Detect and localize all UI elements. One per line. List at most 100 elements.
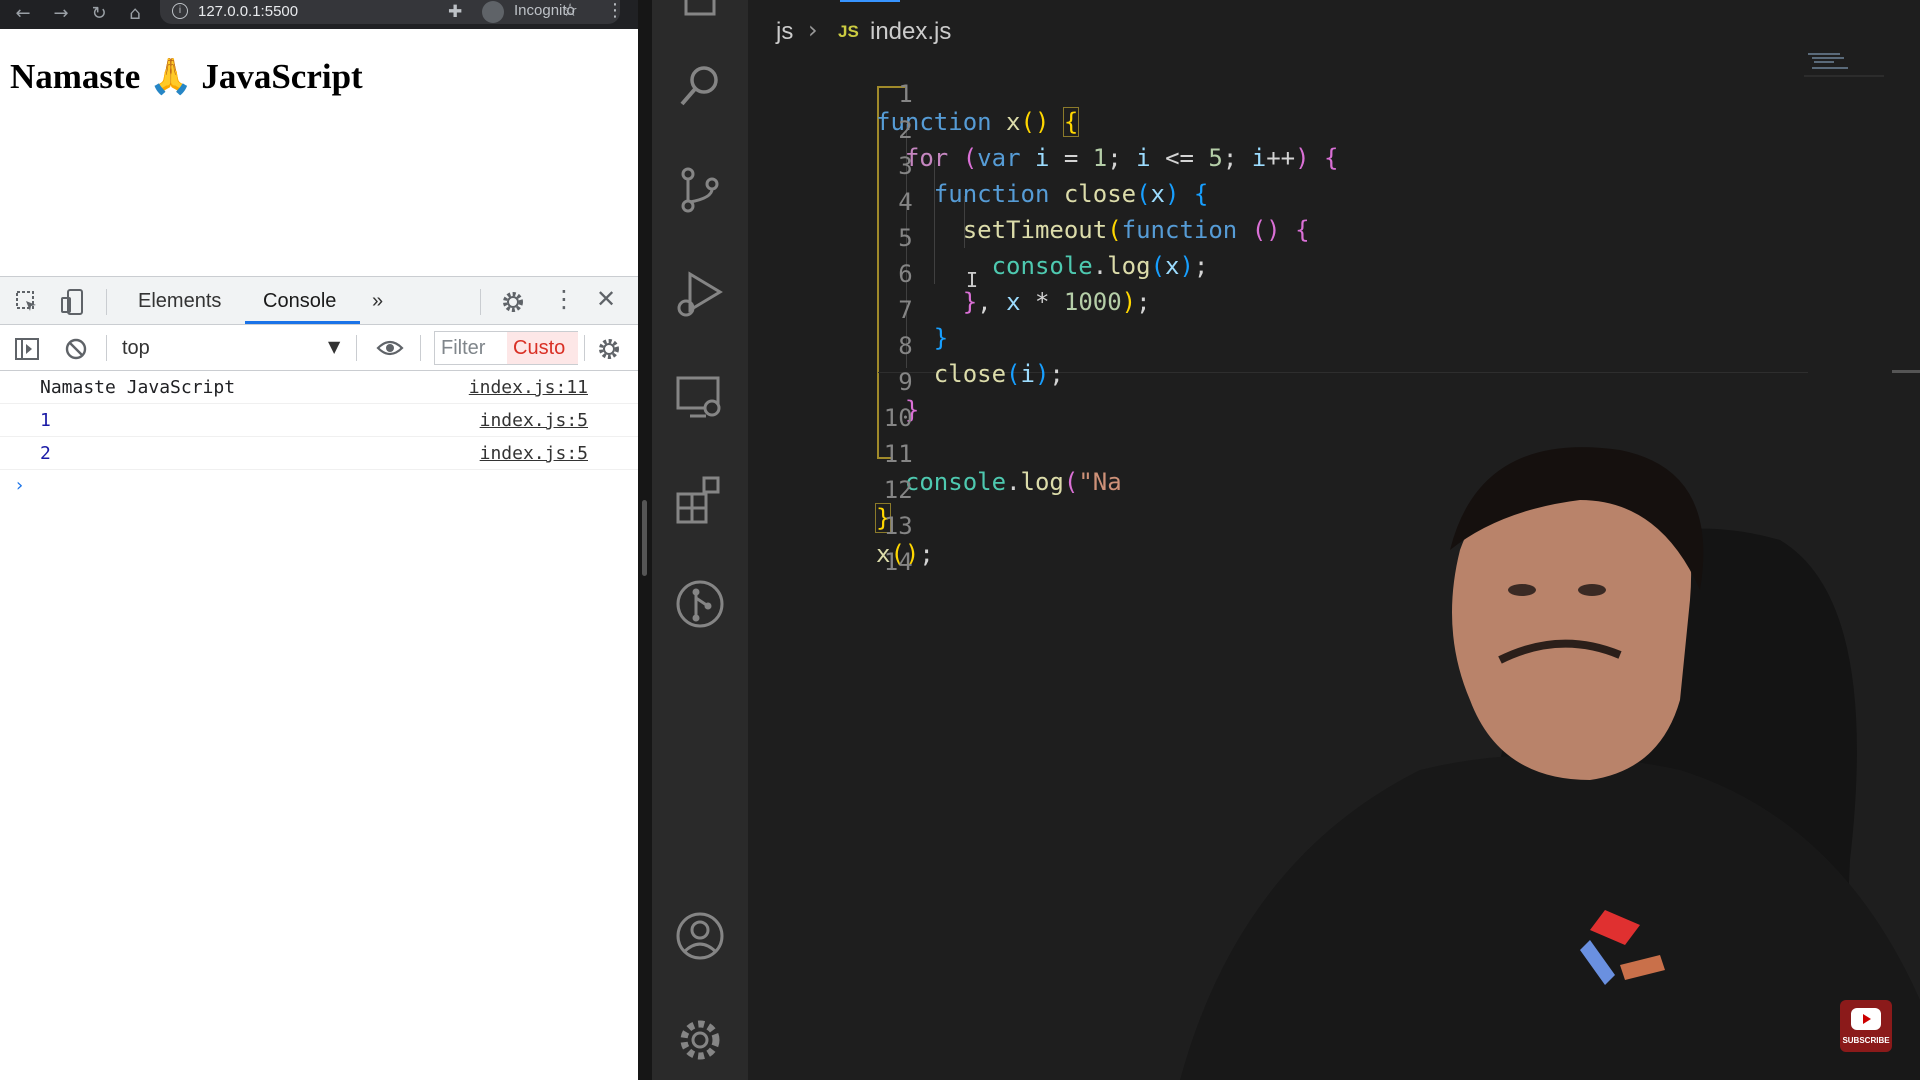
pane-splitter[interactable]: [638, 0, 652, 1080]
line-number: 3: [898, 152, 913, 180]
search-icon[interactable]: [672, 58, 728, 114]
filter-placeholder: Filter: [441, 337, 486, 359]
extensions-icon[interactable]: [672, 470, 728, 526]
console-toolbar: top ▼ Filter Custo: [0, 325, 638, 371]
tab-elements[interactable]: Elements: [138, 290, 221, 313]
code-line: 1 function x() {: [748, 52, 1080, 137]
line-number: 2: [898, 116, 913, 144]
code-text: setTimeout(function () {: [962, 216, 1310, 244]
log-source-link[interactable]: index.js:11: [469, 377, 588, 398]
close-devtools-icon[interactable]: ✕: [596, 285, 616, 313]
code-line: 4 setTimeout(function () {: [748, 160, 1309, 244]
reload-icon[interactable]: ↻: [88, 2, 110, 26]
webcam-presenter-image: [1120, 440, 1920, 1080]
console-log-row: 1 index.js:5: [0, 404, 638, 437]
device-toolbar-icon[interactable]: [60, 288, 86, 316]
active-tab-indicator: [245, 321, 360, 324]
run-debug-icon[interactable]: [672, 266, 728, 322]
chevron-down-icon[interactable]: ▼: [328, 337, 340, 356]
browser-toolbar: ← → ↻ ⌂ i 127.0.0.1:5500 ☆ ✚ Incognito ⋮: [0, 0, 638, 29]
code-line: 11 console.log("Namaste JavaScript");: [748, 412, 1396, 496]
line-number: 11: [883, 440, 913, 468]
extensions-icon[interactable]: ✚: [448, 2, 462, 22]
browser-menu-icon[interactable]: ⋮: [606, 0, 624, 21]
activity-bar: [652, 0, 748, 1080]
subscribe-label: SUBSCRIBE: [1842, 1036, 1890, 1045]
subscribe-button[interactable]: SUBSCRIBE: [1840, 1000, 1892, 1052]
chevron-right-icon: ›: [808, 16, 818, 44]
incognito-label[interactable]: Incognito: [514, 2, 575, 19]
code-line: 13 x();: [748, 484, 934, 568]
devtools-panel: Elements Console » ⋮ ✕ top ▼ Filter Cust…: [0, 276, 638, 1080]
line-number: 14: [883, 548, 913, 576]
line-number: 13: [883, 512, 913, 540]
forward-icon[interactable]: →: [50, 2, 72, 26]
console-prompt[interactable]: ›: [16, 475, 23, 496]
line-number: 5: [898, 224, 913, 252]
scrollbar-thumb[interactable]: [642, 500, 647, 576]
code-text: }, x * 1000);: [962, 288, 1151, 316]
kebab-menu-icon[interactable]: ⋮: [552, 285, 576, 313]
code-line: 5 console.log(x);: [748, 196, 1208, 280]
line-number: 8: [898, 332, 913, 360]
code-text: for (var i = 1; i <= 5; i++) {: [904, 144, 1339, 172]
console-log-row: 2 index.js:5: [0, 437, 638, 470]
url-text: 127.0.0.1:5500: [198, 3, 299, 20]
manage-gear-icon[interactable]: [672, 1012, 728, 1068]
log-source-link[interactable]: index.js:5: [480, 443, 588, 464]
youtube-play-icon: [1851, 1008, 1881, 1030]
source-control-icon[interactable]: [672, 162, 728, 218]
line-number: 12: [883, 476, 913, 504]
code-line: 9 }: [748, 340, 919, 424]
sidebar-toggle-icon[interactable]: [14, 337, 40, 361]
code-line: 6 }, x * 1000);: [748, 232, 1150, 316]
filter-input[interactable]: Filter Custo: [434, 331, 578, 365]
minimap[interactable]: [1804, 50, 1884, 80]
code-line: 14: [748, 520, 913, 576]
code-line: 8 close(i);: [748, 304, 1064, 388]
tab-console[interactable]: Console: [263, 290, 336, 313]
text-cursor-icon: I: [966, 268, 979, 292]
code-line: 12 }: [748, 448, 913, 533]
back-icon[interactable]: ←: [12, 2, 34, 26]
code-text: function close(x) {: [933, 180, 1209, 208]
context-selector[interactable]: top: [122, 337, 150, 360]
code-text: console.log(x);: [991, 252, 1209, 280]
console-settings-gear-icon[interactable]: [596, 336, 622, 362]
active-editor-tab-indicator: [840, 0, 900, 2]
breadcrumb-folder[interactable]: js: [776, 18, 793, 46]
code-line: 2 for (var i = 1; i <= 5; i++) {: [748, 88, 1338, 172]
git-graph-icon[interactable]: [672, 576, 728, 632]
incognito-icon[interactable]: [482, 1, 504, 23]
line-number: 1: [898, 80, 913, 108]
remote-explorer-icon[interactable]: [672, 368, 728, 424]
settings-gear-icon[interactable]: [500, 289, 526, 315]
log-source-link[interactable]: index.js:5: [480, 410, 588, 431]
scrollbar-marker[interactable]: [1892, 370, 1920, 373]
breadcrumb-file[interactable]: index.js: [870, 18, 951, 46]
log-message: 1: [40, 410, 51, 431]
line-number: 4: [898, 188, 913, 216]
log-message: 2: [40, 443, 51, 464]
site-info-icon[interactable]: i: [172, 3, 188, 19]
devtools-tabbar: Elements Console » ⋮ ✕: [0, 277, 638, 325]
accounts-icon[interactable]: [672, 908, 728, 964]
home-icon[interactable]: ⌂: [124, 2, 146, 26]
code-line: 3 function close(x) {: [748, 124, 1208, 208]
log-levels-dropdown[interactable]: Custo: [507, 332, 578, 364]
clear-console-icon[interactable]: [64, 337, 88, 361]
page-heading: Namaste 🙏 JavaScript: [10, 57, 363, 96]
log-message: Namaste JavaScript: [40, 377, 236, 398]
line-number: 10: [883, 404, 913, 432]
explorer-icon[interactable]: [672, 0, 728, 28]
browser-window: ← → ↻ ⌂ i 127.0.0.1:5500 ☆ ✚ Incognito ⋮…: [0, 0, 638, 1080]
code-line: 7 }: [748, 268, 948, 352]
more-tabs-button[interactable]: »: [372, 290, 383, 313]
code-line: 10: [748, 376, 913, 432]
javascript-file-icon: JS: [838, 22, 859, 41]
live-expression-eye-icon[interactable]: [376, 339, 404, 357]
line-number: 6: [898, 260, 913, 288]
inspect-element-icon[interactable]: [14, 289, 40, 315]
line-number: 7: [898, 296, 913, 324]
line-number: 9: [898, 368, 913, 396]
